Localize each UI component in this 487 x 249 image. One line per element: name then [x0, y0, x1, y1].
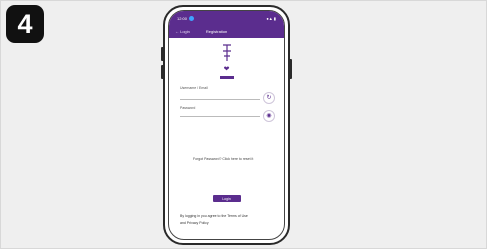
tab-registration[interactable]: Registration	[206, 29, 227, 34]
status-icons: ●▲ ▮	[266, 15, 276, 21]
status-bar: 12:00 ●▲ ▮	[169, 11, 284, 25]
tab-bar: ← Login Registration	[169, 25, 284, 38]
refresh-icon[interactable]: ↻	[263, 92, 275, 104]
eye-icon[interactable]: ◉	[263, 110, 275, 122]
screenshot-canvas: 4 12:00 ●▲ ▮ ← Login Registration ❤ User…	[0, 0, 487, 249]
power-button	[289, 59, 292, 79]
forgot-password-link[interactable]: Forgot Password? Click here to reset it	[193, 157, 253, 161]
username-input[interactable]	[180, 99, 260, 100]
username-label: Username / Email	[180, 86, 208, 90]
step-badge: 4	[6, 5, 44, 43]
volume-down-button	[161, 65, 164, 79]
status-left: 12:00	[177, 15, 195, 21]
phone-frame: 12:00 ●▲ ▮ ← Login Registration ❤ Userna…	[161, 5, 292, 245]
status-time: 12:00	[177, 15, 188, 21]
login-button[interactable]: Login	[212, 195, 241, 202]
password-label: Password	[180, 106, 196, 110]
terms-text: By logging in you agree to the Terms of …	[180, 214, 248, 218]
heart-icon: ❤	[223, 66, 230, 73]
privacy-link[interactable]: and Privacy Policy	[180, 221, 209, 225]
logo-underline	[219, 76, 234, 79]
phone-screen: 12:00 ●▲ ▮ ← Login Registration ❤ Userna…	[168, 10, 285, 240]
tab-login[interactable]: ← Login	[175, 29, 190, 34]
app-logo-icon	[222, 44, 231, 61]
password-input[interactable]	[180, 116, 260, 117]
notification-dot-icon	[189, 15, 195, 21]
volume-up-button	[161, 47, 164, 61]
